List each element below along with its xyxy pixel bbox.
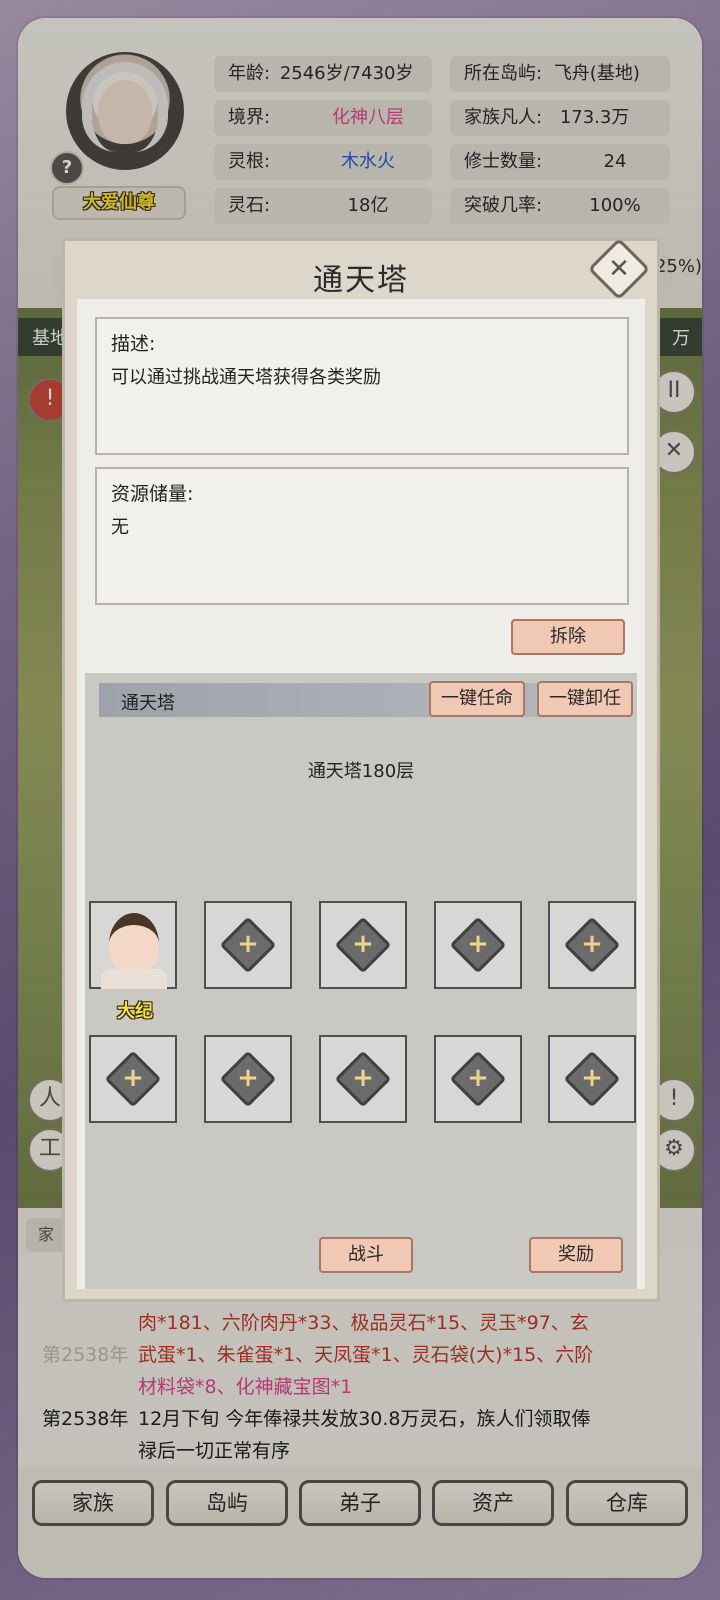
tower-floor-label: 通天塔180层 xyxy=(307,761,415,782)
dialog-title: 通天塔 xyxy=(313,263,409,298)
plus-glyph: + xyxy=(237,1063,259,1093)
appoint-all-button[interactable]: 一键任命 xyxy=(429,681,525,717)
demolish-button[interactable]: 拆除 xyxy=(511,619,625,655)
staff-slot-empty[interactable]: + xyxy=(434,1035,522,1123)
staff-slot-empty[interactable]: + xyxy=(434,901,522,989)
add-icon: + xyxy=(219,916,277,974)
plus-glyph: + xyxy=(122,1063,144,1093)
staff-slot-empty[interactable]: + xyxy=(548,901,636,989)
description-text: 可以通过挑战通天塔获得各类奖励 xyxy=(111,367,381,388)
add-icon: + xyxy=(563,916,621,974)
resource-text: 无 xyxy=(111,517,129,538)
add-icon: + xyxy=(334,1050,392,1108)
plus-glyph: + xyxy=(467,929,489,959)
staff-slot-empty[interactable]: + xyxy=(319,1035,407,1123)
plus-glyph: + xyxy=(467,1063,489,1093)
add-icon: + xyxy=(104,1050,162,1108)
plus-glyph: + xyxy=(352,1063,374,1093)
dismiss-all-button[interactable]: 一键卸任 xyxy=(537,681,633,717)
reward-button[interactable]: 奖励 xyxy=(529,1237,623,1273)
disciple-body xyxy=(101,969,167,989)
staff-panel: 通天塔 一键任命 一键卸任 通天塔180层 大纪 + + + + + + + +… xyxy=(85,673,637,1289)
staff-slot-empty[interactable]: + xyxy=(89,1035,177,1123)
staff-slot-empty[interactable]: + xyxy=(319,901,407,989)
staff-slot-empty[interactable]: + xyxy=(204,1035,292,1123)
plus-glyph: + xyxy=(581,1063,603,1093)
add-icon: + xyxy=(563,1050,621,1108)
disciple-portrait xyxy=(109,913,159,975)
staff-slot-empty[interactable]: + xyxy=(204,901,292,989)
plus-glyph: + xyxy=(581,929,603,959)
close-glyph: ✕ xyxy=(608,254,630,284)
resource-title: 资源储量: xyxy=(111,483,194,505)
section-label: 通天塔 xyxy=(121,693,175,714)
description-box: 描述: 可以通过挑战通天塔获得各类奖励 xyxy=(95,317,629,455)
dialog-content: 描述: 可以通过挑战通天塔获得各类奖励 资源储量: 无 拆除 通天塔 一键任命 … xyxy=(77,299,645,1289)
staff-slot-empty[interactable]: + xyxy=(548,1035,636,1123)
plus-glyph: + xyxy=(237,929,259,959)
add-icon: + xyxy=(219,1050,277,1108)
add-icon: + xyxy=(449,1050,507,1108)
plus-glyph: + xyxy=(352,929,374,959)
resource-box: 资源储量: 无 xyxy=(95,467,629,605)
staff-slot-occupied[interactable]: 大纪 xyxy=(89,901,177,1022)
add-icon: + xyxy=(334,916,392,974)
disciple-name: 大纪 xyxy=(117,1001,153,1022)
tower-dialog: 通天塔 ✕ 描述: 可以通过挑战通天塔获得各类奖励 资源储量: 无 拆除 通天塔… xyxy=(62,237,660,1302)
description-title: 描述: xyxy=(111,333,156,355)
add-icon: + xyxy=(449,916,507,974)
battle-button[interactable]: 战斗 xyxy=(319,1237,413,1273)
